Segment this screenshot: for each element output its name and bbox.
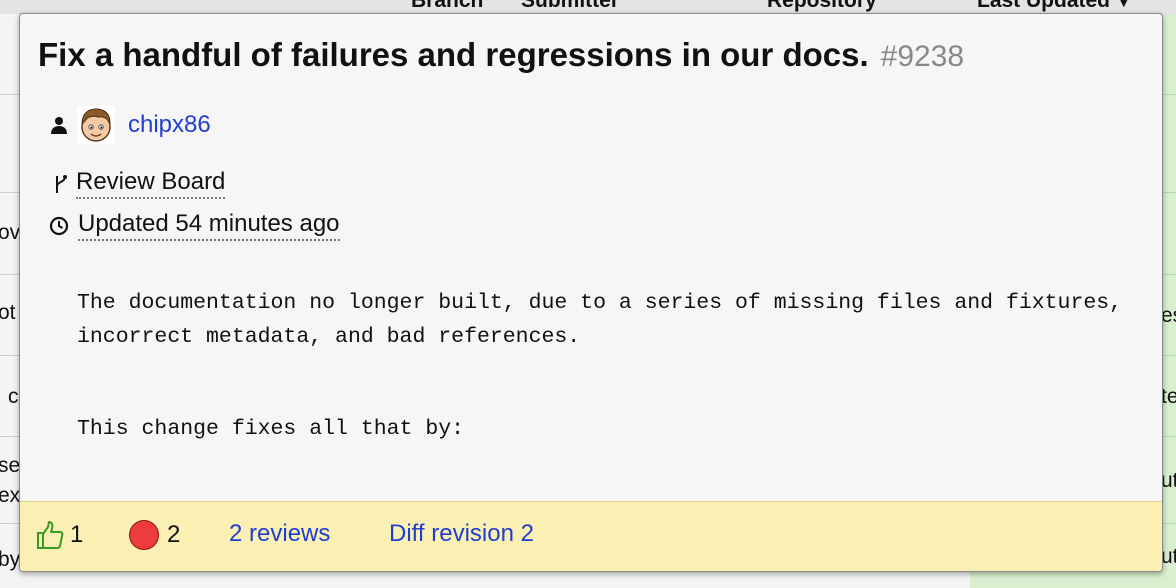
user-icon [49,115,69,135]
column-header-last-updated-label: Last Updated [977,0,1111,12]
row-text-fragment: ut [1161,545,1176,568]
review-request-description: The documentation no longer built, due t… [77,286,1137,446]
submitter-link[interactable]: chipx86 [128,111,211,139]
review-request-infobox: Fix a handful of failures and regression… [19,13,1163,572]
row-text-fragment: te [1161,385,1176,408]
repository-name: Review Board [76,168,226,199]
row-divider [0,436,20,437]
reviews-link-container: 2 reviews [229,520,330,548]
description-paragraph: This change fixes all that by: [77,417,465,441]
diff-link-container: Diff revision 2 [389,520,534,548]
open-issues-count-value: 2 [167,521,181,548]
submitter-row: chipx86 [49,106,211,144]
last-updated-timestamp: Updated 54 minutes ago [78,210,340,241]
issue-circle-icon [129,520,159,550]
avatar[interactable] [77,106,115,144]
branch-icon [53,174,69,194]
row-text-fragment: es [1161,304,1176,327]
ship-it-count: 1 [36,520,83,550]
updated-row: Updated 54 minutes ago [49,210,340,241]
datagrid-bottom-strip-highlight [970,572,1176,588]
sort-descending-icon: ▼ [1115,0,1132,11]
row-text-fragment: c [8,385,19,408]
row-text-fragment: ov [0,221,20,244]
row-text-fragment: by [0,548,20,571]
description-paragraph: The documentation no longer built, due t… [77,291,1123,349]
ship-it-count-value: 1 [70,521,84,548]
row-divider [0,192,20,193]
review-request-title[interactable]: Fix a handful of failures and regression… [38,36,869,73]
column-header-last-updated[interactable]: Last Updated ▼ [977,0,1132,13]
datagrid-left-column: ov ot c se ex by [0,14,20,588]
open-issues-count: 2 [129,520,180,550]
row-divider [0,94,20,95]
column-header-branch[interactable]: Branch [411,0,483,13]
column-header-submitter[interactable]: Submitter [521,0,619,13]
clock-icon [49,216,69,236]
diff-revision-link[interactable]: Diff revision 2 [389,520,534,548]
review-request-id[interactable]: #9238 [881,40,964,73]
repository-row: Review Board [53,168,226,199]
infobox-header: Fix a handful of failures and regression… [38,36,964,74]
row-text-fragment: ut [1161,469,1176,492]
infobox-footer: 1 2 2 reviews Diff revision 2 [20,501,1162,571]
reviews-link[interactable]: 2 reviews [229,520,330,548]
column-header-repository[interactable]: Repository [767,0,877,13]
row-divider [0,523,20,524]
row-text-fragment: ot [0,301,16,324]
row-divider [0,355,20,356]
row-divider [0,274,20,275]
row-text-fragment: se [0,454,20,477]
thumbs-up-icon [36,520,64,550]
row-text-fragment: ex [0,484,20,507]
datagrid-header: Branch Submitter Repository Last Updated… [0,0,1176,14]
